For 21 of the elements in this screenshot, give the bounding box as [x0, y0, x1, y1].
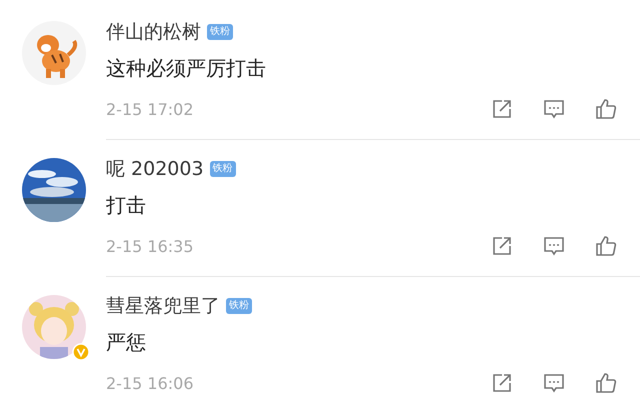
user-name[interactable]: 呢 202003 — [106, 156, 204, 182]
fan-badge: 铁粉 — [210, 161, 236, 177]
comment-time: 2-15 16:06 — [106, 374, 195, 392]
user-name[interactable]: 伴山的松树 — [106, 19, 201, 45]
share-icon[interactable] — [490, 234, 514, 258]
comment-time: 2-15 16:35 — [106, 236, 195, 256]
comment-text: 这种必须严厉打击 — [106, 55, 267, 82]
comment-icon[interactable] — [542, 234, 566, 258]
comment-icon[interactable] — [542, 97, 566, 121]
user-name[interactable]: 彗星落兜里了 — [106, 293, 220, 319]
comment-icon[interactable] — [542, 371, 566, 395]
share-icon[interactable] — [490, 371, 514, 395]
fan-badge: 铁粉 — [226, 298, 252, 314]
fan-badge: 铁粉 — [207, 24, 233, 40]
thumbs-up-icon[interactable] — [594, 371, 618, 395]
share-icon[interactable] — [490, 97, 514, 121]
thumbs-up-icon[interactable] — [594, 234, 618, 258]
comment-text: 打击 — [106, 192, 147, 219]
comment-text: 严惩 — [106, 329, 147, 356]
thumbs-up-icon[interactable] — [594, 97, 618, 121]
comment-time: 2-15 17:02 — [106, 100, 195, 118]
